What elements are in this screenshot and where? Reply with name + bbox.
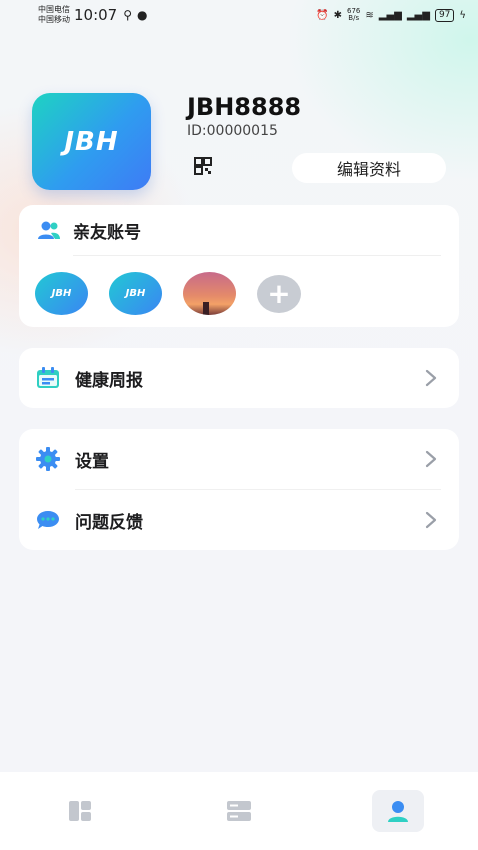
- health-report-row[interactable]: 健康周报: [19, 348, 459, 408]
- chevron-right-icon: [425, 511, 437, 529]
- bottom-tab-bar: [0, 772, 478, 850]
- qr-code-icon[interactable]: [194, 157, 212, 175]
- list-icon: [226, 801, 251, 821]
- settings-label: 设置: [75, 451, 109, 472]
- signal-icon: ▂▄▆: [378, 9, 402, 21]
- edit-profile-button[interactable]: 编辑资料: [292, 153, 446, 183]
- friend-avatar[interactable]: JBH: [109, 272, 162, 315]
- friends-icon: [38, 221, 60, 239]
- profile-icon: [388, 801, 409, 822]
- profile-header: JBH JBH8888 ID:00000015 编辑资料: [32, 93, 452, 193]
- add-friend-button[interactable]: +: [257, 274, 301, 313]
- tab-dashboard[interactable]: [54, 790, 106, 832]
- health-report-label: 健康周报: [75, 370, 143, 391]
- feedback-row[interactable]: 问题反馈: [19, 490, 459, 550]
- settings-card: 设置 问题反馈: [19, 429, 459, 550]
- chevron-right-icon: [425, 450, 437, 468]
- health-report-card: 健康周报: [19, 348, 459, 408]
- feedback-label: 问题反馈: [75, 512, 143, 533]
- friend-avatar-logo: JBH: [125, 288, 146, 299]
- friends-title: 亲友账号: [73, 222, 141, 243]
- message-icon: ●: [137, 8, 148, 22]
- avatar-logo-text: JBH: [64, 126, 119, 157]
- gear-icon: [36, 447, 60, 471]
- signal-icon: ▂▄▆: [406, 9, 430, 21]
- carrier-2: 中国移动: [38, 15, 70, 24]
- usb-icon: ⚲: [123, 8, 133, 22]
- carrier-1: 中国电信: [38, 5, 70, 14]
- friend-avatar[interactable]: JBH: [35, 272, 88, 315]
- status-time: 10:07: [74, 6, 118, 24]
- friends-list: JBH JBH +: [19, 256, 459, 315]
- alarm-icon: ⏰: [316, 9, 329, 21]
- wifi-icon: ≋: [365, 9, 374, 21]
- friend-avatar-photo[interactable]: [183, 272, 236, 315]
- tab-list[interactable]: [213, 790, 265, 832]
- chat-bubble-icon: [37, 511, 59, 529]
- status-bar: 中国电信 中国移动 10:07 ⚲ ● ⏰ ✱ 676 B/s ≋ ▂▄▆ ▂▄…: [0, 0, 478, 30]
- dashboard-icon: [68, 801, 91, 821]
- avatar[interactable]: JBH: [32, 93, 151, 190]
- net-speed: 676 B/s: [347, 7, 361, 22]
- calendar-report-icon: [37, 367, 59, 388]
- friends-card-header: 亲友账号: [19, 205, 459, 255]
- carrier-info: 中国电信 中国移动: [38, 5, 70, 25]
- chevron-right-icon: [425, 369, 437, 387]
- friends-card: 亲友账号 JBH JBH +: [19, 205, 459, 327]
- bluetooth-icon: ✱: [333, 9, 343, 21]
- battery-indicator: 97: [434, 8, 455, 22]
- user-id: ID:00000015: [187, 123, 278, 139]
- username: JBH8888: [187, 93, 302, 121]
- friend-avatar-logo: JBH: [51, 288, 72, 299]
- settings-row[interactable]: 设置: [19, 429, 459, 489]
- tab-profile[interactable]: [372, 790, 425, 832]
- charging-icon: ϟ: [459, 9, 466, 21]
- plus-icon: +: [267, 276, 291, 310]
